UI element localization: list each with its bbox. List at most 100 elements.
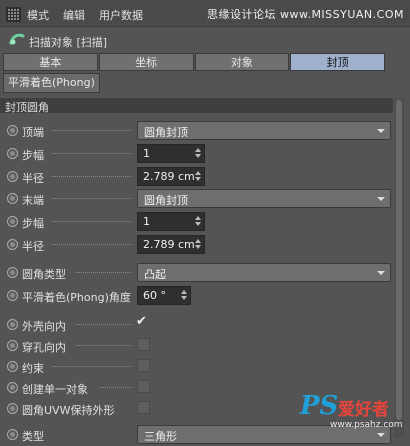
spinner-icon[interactable]	[195, 239, 201, 250]
tab-basic[interactable]: 基本	[3, 53, 98, 71]
param-label: 顶端	[22, 126, 44, 139]
dotted-leader	[52, 243, 132, 245]
param-row-hole-inwards: 穿孔向内	[0, 335, 393, 357]
param-label: 半径	[22, 240, 44, 253]
animate-radio[interactable]	[7, 340, 18, 351]
param-label: 约束	[22, 362, 44, 375]
param-label: 末端	[22, 194, 44, 207]
animate-radio[interactable]	[7, 429, 18, 440]
phong-angle-field[interactable]: 60 °	[137, 286, 191, 305]
dotted-leader	[52, 197, 132, 199]
dotted-leader	[52, 365, 132, 367]
param-label: 圆角类型	[22, 268, 66, 281]
dropdown-value: 凸起	[144, 268, 166, 281]
field-value: 60 °	[143, 289, 166, 302]
tab-caps[interactable]: 封顶	[290, 53, 385, 71]
dropdown-value: 圆角封顶	[144, 194, 188, 207]
animate-radio[interactable]	[7, 361, 18, 372]
field-value: 1	[143, 215, 150, 228]
tab-object[interactable]: 对象	[194, 53, 290, 71]
spinner-icon[interactable]	[195, 216, 201, 227]
animate-radio[interactable]	[7, 193, 18, 204]
uvw-checkbox[interactable]	[137, 401, 150, 414]
dotted-leader	[52, 152, 132, 154]
end-radius-field[interactable]: 2.789 cm	[137, 235, 205, 254]
dropdown-value: 三角形	[144, 430, 177, 443]
tab-phong[interactable]: 平滑着色(Phong)	[3, 73, 100, 93]
spinner-icon[interactable]	[181, 290, 187, 301]
spinner-icon[interactable]	[195, 171, 201, 182]
sweep-object-icon	[9, 33, 25, 45]
grid-icon[interactable]	[6, 7, 21, 22]
animate-radio[interactable]	[7, 382, 18, 393]
dotted-leader	[100, 386, 132, 388]
param-label: 平滑着色(Phong)角度	[22, 291, 131, 304]
param-row-start-radius: 半径 2.789 cm	[0, 166, 393, 188]
param-row-start-steps: 步幅 1	[0, 143, 393, 165]
watermark-url: www.psahz.com	[330, 420, 403, 430]
animate-radio[interactable]	[7, 216, 18, 227]
tab-coord[interactable]: 坐标	[98, 53, 194, 71]
animate-radio[interactable]	[7, 267, 18, 278]
watermark-logo: PS 爱好者 www.psahz.com	[300, 391, 403, 435]
watermark-cn: 爱好者	[338, 400, 389, 420]
menubar: 模式 编辑 用户数据 思缘设计论坛 www.MISSYUAN.COM	[0, 0, 410, 27]
scrollbar-thumb[interactable]	[396, 100, 402, 420]
start-steps-field[interactable]: 1	[137, 144, 205, 163]
end-cap-dropdown[interactable]: 圆角封顶	[137, 189, 391, 208]
dropdown-value: 圆角封顶	[144, 126, 188, 139]
chevron-down-icon	[377, 271, 385, 275]
param-label: 类型	[22, 430, 44, 443]
hull-inwards-checkbox[interactable]	[136, 314, 148, 329]
animate-radio[interactable]	[7, 125, 18, 136]
menu-edit[interactable]: 编辑	[63, 7, 85, 23]
spinner-icon[interactable]	[195, 148, 201, 159]
dotted-leader	[52, 129, 132, 131]
param-row-fillet-type: 圆角类型 凸起	[0, 262, 393, 284]
constrain-checkbox[interactable]	[137, 359, 150, 372]
fillet-type-dropdown[interactable]: 凸起	[137, 263, 391, 282]
single-object-checkbox[interactable]	[137, 380, 150, 393]
field-value: 2.789 cm	[143, 238, 195, 251]
section-header: 封顶圆角	[0, 98, 393, 114]
param-row-end-steps: 步幅 1	[0, 211, 393, 233]
tab-bar: 基本 坐标 对象 封顶	[3, 53, 385, 71]
end-steps-field[interactable]: 1	[137, 212, 205, 231]
param-row-hull-inwards: 外壳向内	[0, 314, 393, 336]
watermark-text: 思缘设计论坛 www.MISSYUAN.COM	[206, 8, 404, 21]
param-label: 创建单一对象	[22, 383, 88, 396]
animate-radio[interactable]	[7, 403, 18, 414]
param-label: 半径	[22, 172, 44, 185]
animate-radio[interactable]	[7, 148, 18, 159]
dotted-leader	[76, 323, 132, 325]
section-title: 封顶圆角	[5, 101, 49, 114]
param-row-constrain: 约束	[0, 356, 393, 378]
chevron-down-icon	[377, 129, 385, 133]
field-value: 1	[143, 147, 150, 160]
param-label: 步幅	[22, 149, 44, 162]
chevron-down-icon	[377, 197, 385, 201]
dotted-leader	[76, 344, 132, 346]
animate-radio[interactable]	[7, 290, 18, 301]
start-cap-dropdown[interactable]: 圆角封顶	[137, 121, 391, 140]
param-row-start: 顶端 圆角封顶	[0, 120, 393, 142]
start-radius-field[interactable]: 2.789 cm	[137, 167, 205, 186]
dotted-leader	[52, 175, 132, 177]
dotted-leader	[76, 271, 132, 273]
watermark-ps: PS	[300, 391, 339, 421]
param-label: 步幅	[22, 217, 44, 230]
param-label: 穿孔向内	[22, 341, 66, 354]
animate-radio[interactable]	[7, 171, 18, 182]
animate-radio[interactable]	[7, 319, 18, 330]
dotted-leader	[52, 220, 132, 222]
param-label: 圆角UVW保持外形	[22, 404, 115, 417]
param-row-end: 末端 圆角封顶	[0, 188, 393, 210]
param-row-end-radius: 半径 2.789 cm	[0, 234, 393, 256]
object-title: 扫描对象 [扫描]	[29, 36, 108, 49]
param-label: 外壳向内	[22, 320, 66, 333]
animate-radio[interactable]	[7, 239, 18, 250]
param-row-phong-angle: 平滑着色(Phong)角度 60 °	[0, 285, 393, 307]
menu-mode[interactable]: 模式	[27, 7, 49, 23]
menu-userdata[interactable]: 用户数据	[99, 7, 143, 23]
hole-inwards-checkbox[interactable]	[137, 338, 150, 351]
